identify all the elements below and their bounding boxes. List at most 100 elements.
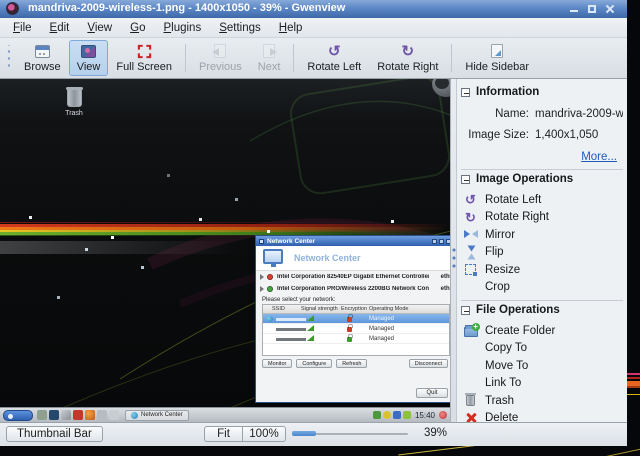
desktop-background: mandriva-2009-wireless-1.png - 1400x1050… bbox=[0, 0, 640, 456]
minimize-button[interactable] bbox=[568, 3, 581, 15]
menu-view[interactable]: View bbox=[78, 20, 121, 36]
menu-edit[interactable]: Edit bbox=[41, 20, 79, 36]
sidebar-item-crop[interactable]: Crop bbox=[461, 279, 623, 297]
full-screen-button[interactable]: Full Screen bbox=[108, 40, 180, 76]
toolbar: Browse View Full Screen Previous Next ↺ … bbox=[0, 38, 627, 79]
monitor-button-image: Monitor bbox=[262, 359, 293, 368]
network-row: Managed bbox=[263, 324, 449, 334]
mandriva-menu-button-image bbox=[3, 409, 33, 421]
trash-icon bbox=[463, 393, 478, 408]
flip-icon bbox=[463, 245, 478, 259]
file-operations-section-header[interactable]: File Operations bbox=[461, 304, 623, 316]
interface-row-eth1: Intel Corporation PRO/Wireless 2200BG Ne… bbox=[256, 283, 450, 295]
sidebar-item-rotate-right[interactable]: ↻ Rotate Right bbox=[461, 209, 623, 227]
no-icon bbox=[463, 376, 478, 390]
sidebar-item-copy-to[interactable]: Copy To bbox=[461, 340, 623, 358]
name-label: Name: bbox=[495, 108, 529, 120]
encryption-lock-icon bbox=[347, 324, 353, 332]
configure-button-image: Configure bbox=[296, 359, 333, 368]
menu-help[interactable]: Help bbox=[270, 20, 312, 36]
view-button[interactable]: View bbox=[68, 40, 109, 76]
new-folder-icon bbox=[463, 322, 480, 338]
expand-arrow-icon bbox=[260, 274, 264, 280]
previous-button[interactable]: Previous bbox=[191, 40, 250, 76]
sidebar-item-rotate-left[interactable]: ↺ Rotate Left bbox=[461, 191, 623, 209]
browse-icon bbox=[33, 43, 51, 59]
image-operations-section-header[interactable]: Image Operations bbox=[461, 173, 623, 185]
inner-desktop-taskbar: Network Center 15:40 bbox=[0, 407, 450, 422]
gwenview-window: mandriva-2009-wireless-1.png - 1400x1050… bbox=[0, 0, 627, 446]
zoom-value: 39% bbox=[424, 427, 448, 439]
encryption-lock-icon bbox=[347, 314, 353, 322]
zoom-100-button[interactable]: 100% bbox=[242, 426, 286, 442]
slider-fill[interactable] bbox=[292, 431, 316, 436]
menu-file[interactable]: File bbox=[4, 20, 41, 36]
status-dot-green bbox=[267, 286, 273, 292]
statusbar: Thumbnail Bar Fit 100% 39% bbox=[0, 422, 627, 444]
image-size-label: Image Size: bbox=[468, 129, 529, 141]
sidebar-item-flip[interactable]: Flip bbox=[461, 244, 623, 262]
collapse-expander-icon[interactable] bbox=[461, 305, 470, 315]
main-content: Trash Network Center Network Center Inte… bbox=[0, 79, 627, 422]
tray-icon bbox=[439, 411, 447, 419]
sidebar-item-link-to[interactable]: Link To bbox=[461, 375, 623, 393]
trash-can-icon bbox=[65, 87, 83, 107]
gwenview-app-icon bbox=[6, 2, 19, 15]
information-section-header[interactable]: Information bbox=[461, 86, 623, 98]
disconnect-button-image: Disconnect bbox=[408, 359, 448, 368]
menu-go[interactable]: Go bbox=[121, 20, 154, 36]
network-table-header: SSID Signal strength Encryption Operatin… bbox=[263, 305, 449, 314]
rotate-left-icon: ↺ bbox=[465, 192, 476, 208]
toolbar-drag-handle[interactable] bbox=[4, 45, 10, 71]
sidebar-item-create-folder[interactable]: Create Folder bbox=[461, 322, 623, 340]
wireless-network-table: SSID Signal strength Encryption Operatin… bbox=[262, 304, 450, 356]
rotate-right-button[interactable]: ↻ Rotate Right bbox=[369, 40, 446, 76]
expand-arrow-icon bbox=[260, 286, 264, 292]
file-operations-title: File Operations bbox=[476, 304, 560, 316]
network-monitor-icon bbox=[263, 249, 283, 267]
tray-icon bbox=[402, 411, 411, 419]
task-icon bbox=[131, 411, 138, 419]
network-globe-icon bbox=[266, 316, 273, 322]
thumbnail-bar-toggle-button[interactable]: Thumbnail Bar bbox=[6, 426, 103, 442]
toolbar-separator bbox=[184, 44, 186, 72]
sidebar-item-move-to[interactable]: Move To bbox=[461, 357, 623, 375]
rotate-left-button[interactable]: ↺ Rotate Left bbox=[299, 40, 369, 76]
close-button[interactable] bbox=[604, 3, 617, 15]
trash-icon-label: Trash bbox=[65, 110, 83, 117]
network-center-dialog: Network Center Network Center Intel Corp… bbox=[255, 235, 450, 403]
quit-button-image: Quit bbox=[416, 388, 448, 398]
browse-button[interactable]: Browse bbox=[16, 40, 69, 76]
collapse-expander-icon[interactable] bbox=[461, 174, 470, 184]
menu-settings[interactable]: Settings bbox=[210, 20, 270, 36]
menu-plugins[interactable]: Plugins bbox=[154, 20, 210, 36]
signal-strength-icon bbox=[307, 325, 314, 331]
network-center-window-buttons bbox=[432, 238, 450, 244]
sidebar-item-resize[interactable]: Resize bbox=[461, 261, 623, 279]
more-link[interactable]: More... bbox=[461, 151, 617, 163]
ssid-text-unreadable bbox=[276, 328, 306, 331]
network-center-header: Network Center bbox=[256, 246, 450, 271]
maximize-button[interactable] bbox=[586, 3, 599, 15]
zoom-slider[interactable] bbox=[292, 430, 408, 438]
hide-sidebar-button[interactable]: Hide Sidebar bbox=[457, 40, 537, 76]
window-buttons bbox=[568, 3, 617, 15]
collapse-expander-icon[interactable] bbox=[461, 87, 470, 97]
interface-row-eth0: Intel Corporation 82540EP Gigabit Ethern… bbox=[256, 271, 450, 283]
image-viewport[interactable]: Trash Network Center Network Center Inte… bbox=[0, 79, 450, 422]
zoom-fit-button[interactable]: Fit bbox=[204, 426, 243, 442]
next-button[interactable]: Next bbox=[250, 40, 289, 76]
rotate-left-icon: ↺ bbox=[328, 42, 341, 60]
network-center-heading: Network Center bbox=[294, 253, 361, 263]
sidebar: Information Name: mandriva-2009-wir... I… bbox=[456, 79, 627, 422]
sidebar-item-mirror[interactable]: Mirror bbox=[461, 226, 623, 244]
sidebar-item-trash[interactable]: Trash bbox=[461, 392, 623, 410]
taskbar-icon bbox=[109, 410, 119, 420]
signal-strength-icon bbox=[307, 315, 314, 321]
section-divider bbox=[461, 169, 623, 170]
refresh-button-image: Refresh bbox=[336, 359, 368, 368]
previous-icon bbox=[211, 43, 229, 59]
sidebar-splitter[interactable] bbox=[450, 79, 456, 422]
sidebar-item-delete[interactable]: Delete bbox=[461, 410, 623, 422]
titlebar[interactable]: mandriva-2009-wireless-1.png - 1400x1050… bbox=[0, 0, 627, 18]
